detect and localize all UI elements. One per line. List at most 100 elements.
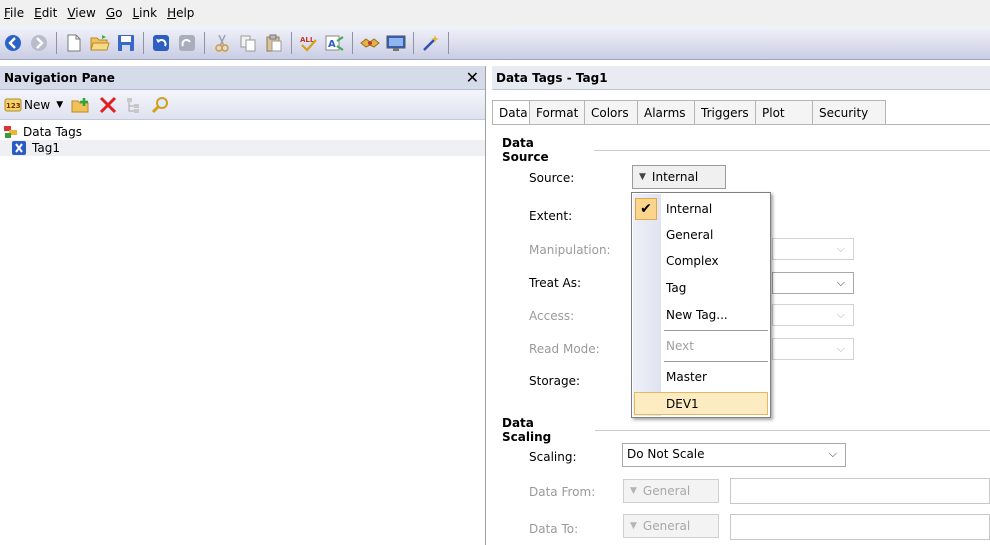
data-source-heading: Data Source xyxy=(502,136,549,164)
data-from-value: General xyxy=(642,484,691,498)
navigation-pane: Navigation Pane ✕ 123 New ▼ Data Tags Ta… xyxy=(0,66,486,545)
back-icon[interactable] xyxy=(2,32,24,54)
svg-text:123: 123 xyxy=(6,102,21,110)
dropdown-triangle-icon: ▼ xyxy=(630,486,637,496)
chevron-down-icon: ▼ xyxy=(56,99,64,110)
search-icon[interactable] xyxy=(151,96,169,114)
menu-item-tag[interactable]: Tag xyxy=(661,275,769,301)
cut-icon[interactable] xyxy=(211,32,233,54)
data-from-input[interactable] xyxy=(730,478,990,504)
scaling-value: Do Not Scale xyxy=(627,447,705,461)
navigation-pane-title: Navigation Pane xyxy=(4,70,115,85)
menu-help-accelerator: H xyxy=(167,6,177,20)
monitor-icon[interactable] xyxy=(385,32,407,54)
toolbar-separator xyxy=(413,31,414,54)
data-from-dropdown-button[interactable]: ▼ General xyxy=(623,479,719,503)
tab-triggers[interactable]: Triggers xyxy=(694,100,756,124)
open-folder-icon[interactable] xyxy=(89,32,111,54)
menu-view[interactable]: View xyxy=(67,6,95,20)
wand-icon[interactable] xyxy=(420,32,442,54)
tab-colors[interactable]: Colors xyxy=(584,100,638,124)
redo-icon[interactable] xyxy=(176,32,198,54)
menu-separator xyxy=(664,361,768,362)
menu-bar: File Edit View Go Link Help xyxy=(0,0,990,26)
toolbar-separator xyxy=(291,31,292,54)
menu-item-general[interactable]: General xyxy=(661,222,769,248)
menu-file[interactable]: File xyxy=(4,6,24,20)
save-icon[interactable] xyxy=(115,32,137,54)
tab-security[interactable]: Security xyxy=(812,100,886,124)
data-scaling-section: Data Scaling xyxy=(502,416,990,444)
close-icon[interactable]: ✕ xyxy=(466,68,479,87)
menu-link[interactable]: Link xyxy=(132,6,157,20)
access-select[interactable]: ⌵ xyxy=(772,304,854,326)
data-to-input[interactable] xyxy=(730,514,990,540)
menu-item-complex[interactable]: Complex xyxy=(661,248,769,274)
treat-as-select[interactable]: ⌵ xyxy=(772,272,854,294)
access-label: Access: xyxy=(529,309,575,323)
menu-link-label: ink xyxy=(139,6,158,20)
data-to-dropdown-button[interactable]: ▼ General xyxy=(623,514,719,538)
menu-item-dev1[interactable]: DEV1 xyxy=(661,391,769,417)
data-source-section: Data Source xyxy=(502,136,990,164)
menu-item-new-tag[interactable]: New Tag... xyxy=(661,302,769,328)
menu-item-master[interactable]: Master xyxy=(661,364,769,390)
toolbar-separator xyxy=(352,31,353,54)
tree-item-tag1[interactable]: Tag1 xyxy=(0,140,485,156)
storage-label: Storage: xyxy=(529,374,580,388)
tree-item-data-tags[interactable]: Data Tags xyxy=(0,124,485,140)
undo-icon[interactable] xyxy=(150,32,172,54)
menu-help[interactable]: Help xyxy=(167,6,194,20)
tree-item-label: Data Tags xyxy=(23,125,83,139)
delete-icon[interactable] xyxy=(99,96,117,114)
menu-separator xyxy=(664,330,768,331)
menu-edit-label: dit xyxy=(41,6,58,20)
forward-icon[interactable] xyxy=(28,32,50,54)
new-button[interactable]: 123 New ▼ xyxy=(4,98,63,112)
menu-edit-accelerator: E xyxy=(34,6,42,20)
tree-item-label: Tag1 xyxy=(32,141,60,155)
data-to-value: General xyxy=(642,519,691,533)
copy-icon[interactable] xyxy=(237,32,259,54)
panel-title: Data Tags - Tag1 xyxy=(492,66,990,90)
menu-edit[interactable]: Edit xyxy=(34,6,57,20)
menu-item-next: Next xyxy=(666,339,694,353)
tab-format[interactable]: Format xyxy=(529,100,585,124)
source-dropdown-button[interactable]: ▼ Internal xyxy=(632,165,726,189)
menu-go[interactable]: Go xyxy=(106,6,123,20)
spell-check-icon[interactable]: ALL xyxy=(298,32,320,54)
manipulation-label: Manipulation: xyxy=(529,243,611,257)
add-folder-icon[interactable] xyxy=(71,96,91,114)
data-from-label: Data From: xyxy=(529,485,596,499)
sort-tree-icon[interactable] xyxy=(125,96,143,114)
paste-icon[interactable] xyxy=(263,32,285,54)
menu-go-label: o xyxy=(115,6,123,20)
scaling-select[interactable]: Do Not Scale ⌵ xyxy=(622,443,846,467)
chevron-down-icon: ⌵ xyxy=(836,308,845,321)
read-mode-select[interactable]: ⌵ xyxy=(772,338,854,360)
source-label: Source: xyxy=(529,171,575,185)
tag-tree: Data Tags Tag1 xyxy=(0,120,485,156)
menu-item-internal[interactable]: Internal xyxy=(661,196,769,222)
replace-icon[interactable]: A xyxy=(324,32,346,54)
treat-as-label: Treat As: xyxy=(529,276,581,290)
toolbar-separator xyxy=(448,31,449,54)
dropdown-triangle-icon: ▼ xyxy=(639,172,646,182)
data-to-label: Data To: xyxy=(529,522,579,536)
menu-file-label: ile xyxy=(10,6,25,20)
menu-help-label: elp xyxy=(176,6,195,20)
manipulation-select[interactable]: ⌵ xyxy=(772,238,854,260)
data-tags-folder-icon xyxy=(4,126,17,138)
data-scaling-heading: Data Scaling xyxy=(502,416,552,444)
tab-strip: Data Format Colors Alarms Triggers Plot … xyxy=(492,100,990,124)
svg-text:A: A xyxy=(328,39,336,50)
section-divider xyxy=(595,429,990,431)
scaling-label: Scaling: xyxy=(529,450,577,464)
handshake-icon[interactable] xyxy=(359,32,381,54)
new-document-icon[interactable] xyxy=(63,32,85,54)
main-toolbar: ALL A xyxy=(0,26,990,60)
tab-plot[interactable]: Plot xyxy=(755,100,813,124)
tab-data[interactable]: Data xyxy=(492,100,530,124)
tab-alarms[interactable]: Alarms xyxy=(637,100,695,124)
tab-underline xyxy=(492,124,990,125)
